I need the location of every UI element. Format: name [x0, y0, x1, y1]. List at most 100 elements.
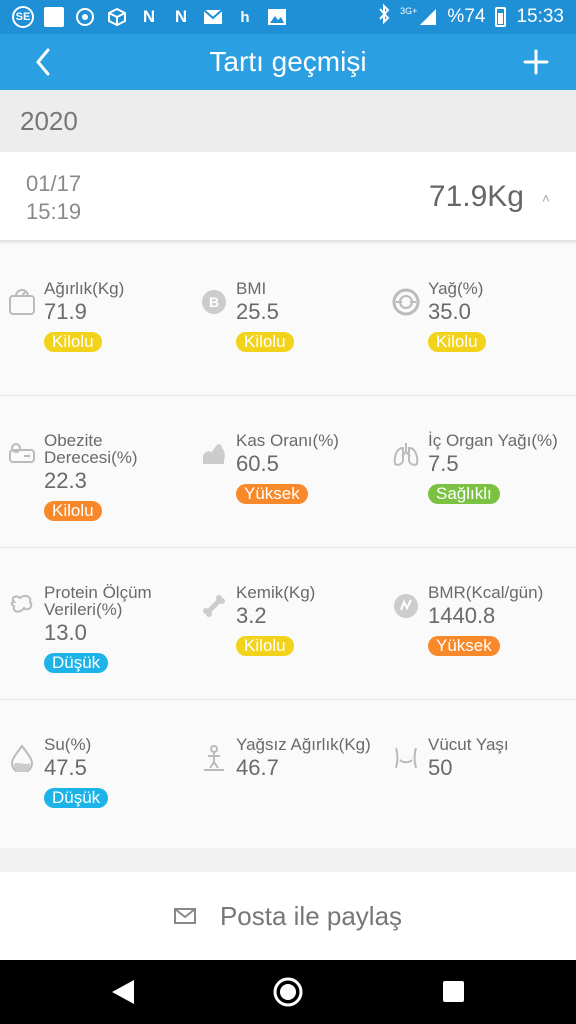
metric-body: Ağırlık(Kg) 71.9 Kilolu: [44, 280, 194, 352]
metric-label: Obezite Derecesi(%): [44, 431, 138, 467]
add-record-button[interactable]: [520, 46, 552, 78]
metric-value: 1440.8: [428, 603, 496, 628]
metric-value: 71.9: [44, 299, 87, 324]
scale-icon: [9, 289, 35, 315]
se-app-icon: SE: [12, 6, 34, 28]
record-date: 01/17: [26, 171, 82, 196]
mail-icon: [202, 6, 224, 28]
share-label: Posta ile paylaş: [219, 900, 403, 931]
metric-label: Ağırlık(Kg): [44, 279, 125, 298]
year-label: 2020: [20, 105, 78, 136]
nav-recents-icon[interactable]: [443, 981, 464, 1002]
n-app-icon-2: N: [174, 7, 188, 26]
metric-value: 25.5: [236, 299, 279, 324]
metric-value: 22.3: [44, 468, 87, 493]
water-drop-icon: [10, 744, 34, 772]
h-app-icon: h: [240, 8, 250, 26]
section-divider: [0, 848, 576, 872]
system-indicators: 3G+ %74 15:33: [378, 3, 564, 30]
signal-icon: 3G+: [400, 6, 437, 26]
status-badge: Kilolu: [236, 332, 294, 352]
cube-icon: [106, 6, 128, 28]
image-icon: [266, 6, 288, 28]
battery-icon: [495, 7, 507, 27]
metrics-grid: Ağırlık(Kg) 71.9 Kilolu B BMI 25.5 Kilol…: [0, 244, 576, 850]
gear-app-icon: [74, 6, 96, 28]
bmi-icon: B: [202, 290, 226, 314]
metric-label: Protein Ölçüm Verileri(%): [44, 583, 152, 619]
nav-home-icon[interactable]: [272, 976, 304, 1008]
white-square-icon: [44, 7, 64, 27]
protein-icon: [10, 594, 33, 613]
record-datetime: 01/17 15:19: [26, 170, 81, 226]
status-badge: Kilolu: [44, 501, 102, 521]
metric-label: Yağsız Ağırlık(Kg): [236, 735, 371, 754]
metric-value: 50: [428, 755, 453, 780]
fat-icon: [392, 288, 420, 316]
chevron-left-icon: [36, 48, 50, 76]
record-weight: 71.9Kg: [428, 180, 524, 213]
share-by-email-button[interactable]: Posta ile paylaş: [0, 872, 576, 960]
lean-body-icon: [204, 745, 224, 771]
metric-body: Kas Oranı(%) 60.5 Yüksek: [236, 432, 386, 504]
app-bar: Tartı geçmişi: [0, 34, 576, 90]
metric-body: Kemik(Kg) 3.2 Kilolu: [236, 584, 386, 656]
muscle-icon: [203, 444, 225, 464]
metric-body: Protein Ölçüm Verileri(%) 13.0 Düşük: [44, 584, 194, 673]
bone-icon: [203, 595, 225, 617]
metric-label: Kas Oranı(%): [236, 431, 339, 450]
metric-value: 47.5: [44, 755, 87, 780]
metrics-row-1: Ağırlık(Kg) 71.9 Kilolu B BMI 25.5 Kilol…: [0, 244, 576, 396]
metric-body: BMR(Kcal/gün) 1440.8 Yüksek: [428, 584, 576, 656]
metric-label: İç Organ Yağı(%): [428, 431, 558, 450]
metric-body: Yağsız Ağırlık(Kg) 46.7: [236, 736, 386, 780]
metric-label: BMI: [236, 279, 267, 298]
metric-value: 7.5: [428, 451, 459, 476]
status-badge: Yüksek: [236, 484, 308, 504]
clock: 15:33: [516, 6, 564, 27]
metrics-row-2: Obezite Derecesi(%) 22.3 Kilolu Kas Oran…: [0, 396, 576, 548]
back-button[interactable]: [30, 46, 60, 78]
metric-label: Vücut Yaşı: [428, 735, 509, 754]
metric-label: Yağ(%): [428, 279, 484, 298]
n-app-icon: N: [142, 7, 156, 26]
year-header: 2020: [0, 90, 576, 152]
notification-icons: SE N N h: [12, 6, 288, 28]
status-badge: Kilolu: [236, 636, 294, 656]
metric-body: İç Organ Yağı(%) 7.5 Sağlıklı: [428, 432, 576, 504]
nav-back-icon[interactable]: [110, 978, 136, 1006]
metric-label: Kemik(Kg): [236, 583, 316, 602]
system-nav-bar: [0, 960, 576, 1024]
obesity-icon: [9, 443, 35, 463]
record-time: 15:19: [26, 199, 82, 224]
metric-value: 3.2: [236, 603, 267, 628]
envelope-icon: [173, 908, 196, 924]
metric-label: Su(%): [44, 735, 92, 754]
bluetooth-icon: [378, 3, 390, 30]
collapse-caret-icon[interactable]: ˄: [542, 190, 550, 206]
metric-value: 13.0: [44, 620, 87, 645]
body-age-icon: [395, 747, 417, 769]
plus-icon: [523, 49, 549, 75]
metric-value: 46.7: [236, 755, 279, 780]
metric-body: Vücut Yaşı 50: [428, 736, 576, 780]
metric-body: Obezite Derecesi(%) 22.3 Kilolu: [44, 432, 194, 521]
record-header[interactable]: 01/17 15:19 71.9Kg ˄: [0, 152, 576, 242]
metric-value: 60.5: [236, 451, 279, 476]
svg-text:B: B: [209, 294, 219, 310]
status-badge: Yüksek: [428, 636, 500, 656]
metrics-row-4: Su(%) 47.5 Düşük Yağsız Ağırlık(Kg) 46.7…: [0, 700, 576, 850]
battery-percent: %74: [447, 6, 486, 27]
status-badge: Kilolu: [44, 332, 102, 352]
network-type: 3G+: [400, 6, 418, 16]
status-badge: Sağlıklı: [428, 484, 500, 504]
status-bar: SE N N h 3G+ %74 15:33: [0, 0, 576, 34]
metric-body: BMI 25.5 Kilolu: [236, 280, 386, 352]
status-badge: Düşük: [44, 653, 109, 673]
status-badge: Kilolu: [428, 332, 486, 352]
metric-label: BMR(Kcal/gün): [428, 583, 544, 602]
metric-body: Su(%) 47.5 Düşük: [44, 736, 194, 808]
metrics-row-3: Protein Ölçüm Verileri(%) 13.0 Düşük Kem…: [0, 548, 576, 700]
status-badge: Düşük: [44, 788, 109, 808]
page-title: Tartı geçmişi: [209, 46, 367, 77]
